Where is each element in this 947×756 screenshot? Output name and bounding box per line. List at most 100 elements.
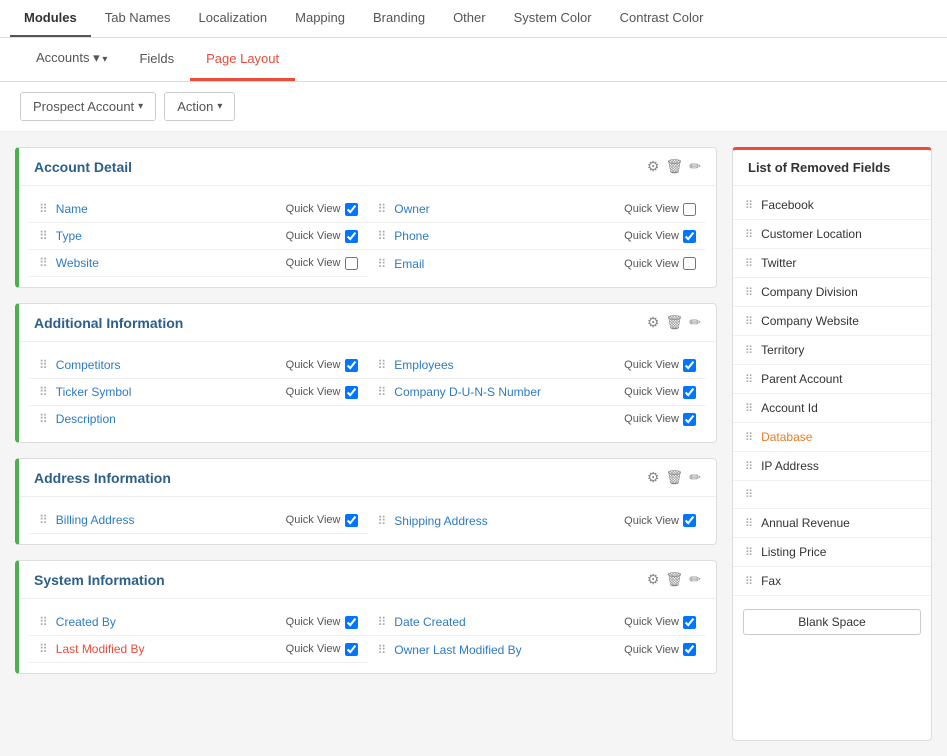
gear-icon[interactable]: ⚙ <box>647 469 660 486</box>
field-name: Competitors <box>56 358 286 372</box>
top-nav-tab-contrast-color[interactable]: Contrast Color <box>606 0 718 37</box>
quick-view-checkbox[interactable] <box>683 643 696 656</box>
quick-view-checkbox[interactable] <box>345 203 358 216</box>
sub-nav-tab-accounts[interactable]: Accounts ▾ <box>20 38 123 81</box>
list-item[interactable]: ⠿Customer Location <box>733 220 931 249</box>
trash-icon[interactable]: 🗑 <box>665 314 683 331</box>
table-row: ⠿DescriptionQuick View <box>29 406 706 432</box>
table-row: ⠿Shipping AddressQuick View <box>368 507 707 534</box>
drag-handle-icon[interactable]: ⠿ <box>378 385 387 399</box>
gear-icon[interactable]: ⚙ <box>647 158 660 175</box>
quick-view: Quick View <box>286 203 358 216</box>
list-item[interactable]: ⠿Listing Price <box>733 538 931 567</box>
quick-view-checkbox[interactable] <box>683 413 696 426</box>
section-header-system-information: System Information⚙🗑✏ <box>19 561 716 599</box>
quick-view-checkbox[interactable] <box>683 257 696 270</box>
list-item[interactable]: ⠿Twitter <box>733 249 931 278</box>
list-item[interactable]: ⠿Company Division <box>733 278 931 307</box>
drag-handle-icon[interactable]: ⠿ <box>39 615 48 629</box>
trash-icon[interactable]: 🗑 <box>665 571 683 588</box>
quick-view-checkbox[interactable] <box>683 616 696 629</box>
drag-handle-icon: ⠿ <box>745 431 753 444</box>
quick-view-checkbox[interactable] <box>345 230 358 243</box>
drag-handle-icon[interactable]: ⠿ <box>39 358 48 372</box>
list-item[interactable]: ⠿Facebook <box>733 191 931 220</box>
edit-icon[interactable]: ✏ <box>689 158 701 175</box>
table-row: ⠿EmailQuick View <box>368 250 707 277</box>
quick-view-checkbox[interactable] <box>683 386 696 399</box>
edit-icon[interactable]: ✏ <box>689 314 701 331</box>
quick-view-checkbox[interactable] <box>345 386 358 399</box>
list-item[interactable]: ⠿Fax <box>733 567 931 596</box>
drag-handle-icon[interactable]: ⠿ <box>39 229 48 243</box>
quick-view-checkbox[interactable] <box>683 359 696 372</box>
list-item[interactable]: ⠿Territory <box>733 336 931 365</box>
drag-handle-icon[interactable]: ⠿ <box>39 202 48 216</box>
top-nav-tab-tab-names[interactable]: Tab Names <box>91 0 185 37</box>
action-dropdown[interactable]: Action ▾ <box>164 92 235 121</box>
quick-view-checkbox[interactable] <box>345 257 358 270</box>
top-nav-tab-localization[interactable]: Localization <box>184 0 281 37</box>
list-item[interactable]: ⠿Annual Revenue <box>733 509 931 538</box>
quick-view: Quick View <box>624 257 696 270</box>
drag-handle-icon[interactable]: ⠿ <box>378 229 387 243</box>
edit-icon[interactable]: ✏ <box>689 571 701 588</box>
quick-view-checkbox[interactable] <box>683 514 696 527</box>
sub-nav-tab-fields[interactable]: Fields <box>123 39 190 81</box>
drag-handle-icon[interactable]: ⠿ <box>378 643 387 657</box>
drag-handle-icon[interactable]: ⠿ <box>39 513 48 527</box>
quick-view: Quick View <box>286 514 358 527</box>
list-item[interactable]: ⠿Account Id <box>733 394 931 423</box>
top-nav-tab-branding[interactable]: Branding <box>359 0 439 37</box>
list-item[interactable]: ⠿IP Address <box>733 452 931 481</box>
removed-fields-list: ⠿Facebook⠿Customer Location⠿Twitter⠿Comp… <box>733 186 931 601</box>
trash-icon[interactable]: 🗑 <box>665 158 683 175</box>
drag-handle-icon[interactable]: ⠿ <box>39 412 48 426</box>
drag-handle-icon[interactable]: ⠿ <box>378 202 387 216</box>
list-item[interactable]: ⠿ <box>733 481 931 509</box>
gear-icon[interactable]: ⚙ <box>647 314 660 331</box>
removed-field-name: Company Division <box>761 285 858 299</box>
drag-handle-icon[interactable]: ⠿ <box>378 257 387 271</box>
trash-icon[interactable]: 🗑 <box>665 469 683 486</box>
quick-view: Quick View <box>286 386 358 399</box>
quick-view-label: Quick View <box>286 230 341 242</box>
drag-handle-icon[interactable]: ⠿ <box>39 385 48 399</box>
top-nav-tab-other[interactable]: Other <box>439 0 500 37</box>
top-nav-tab-system-color[interactable]: System Color <box>500 0 606 37</box>
quick-view-label: Quick View <box>286 616 341 628</box>
quick-view-checkbox[interactable] <box>345 643 358 656</box>
drag-handle-icon[interactable]: ⠿ <box>378 615 387 629</box>
quick-view-checkbox[interactable] <box>345 359 358 372</box>
quick-view-checkbox[interactable] <box>345 616 358 629</box>
drag-handle-icon: ⠿ <box>745 402 753 415</box>
drag-handle-icon: ⠿ <box>745 257 753 270</box>
table-row: ⠿WebsiteQuick View <box>29 250 368 277</box>
blank-space-button[interactable]: Blank Space <box>743 609 921 635</box>
list-item[interactable]: ⠿Database <box>733 423 931 452</box>
drag-handle-icon[interactable]: ⠿ <box>39 256 48 270</box>
field-name: Website <box>56 256 286 270</box>
drag-handle-icon[interactable]: ⠿ <box>378 358 387 372</box>
sub-nav-tab-page-layout[interactable]: Page Layout <box>190 39 295 81</box>
drag-handle-icon: ⠿ <box>745 517 753 530</box>
gear-icon[interactable]: ⚙ <box>647 571 660 588</box>
quick-view-label: Quick View <box>286 514 341 526</box>
quick-view-label: Quick View <box>624 230 679 242</box>
top-nav-tab-mapping[interactable]: Mapping <box>281 0 359 37</box>
list-item[interactable]: ⠿Parent Account <box>733 365 931 394</box>
removed-field-name: Facebook <box>761 198 814 212</box>
drag-handle-icon[interactable]: ⠿ <box>378 514 387 528</box>
quick-view-checkbox[interactable] <box>683 203 696 216</box>
quick-view-checkbox[interactable] <box>683 230 696 243</box>
field-name: Date Created <box>394 615 624 629</box>
drag-handle-icon[interactable]: ⠿ <box>39 642 48 656</box>
edit-icon[interactable]: ✏ <box>689 469 701 486</box>
top-nav-tab-modules[interactable]: Modules <box>10 0 91 37</box>
removed-fields-title: List of Removed Fields <box>733 150 931 186</box>
list-item[interactable]: ⠿Company Website <box>733 307 931 336</box>
removed-field-name: Company Website <box>761 314 859 328</box>
prospect-account-dropdown[interactable]: Prospect Account ▾ <box>20 92 156 121</box>
section-system-information: System Information⚙🗑✏⠿Created ByQuick Vi… <box>15 560 717 674</box>
quick-view-checkbox[interactable] <box>345 514 358 527</box>
